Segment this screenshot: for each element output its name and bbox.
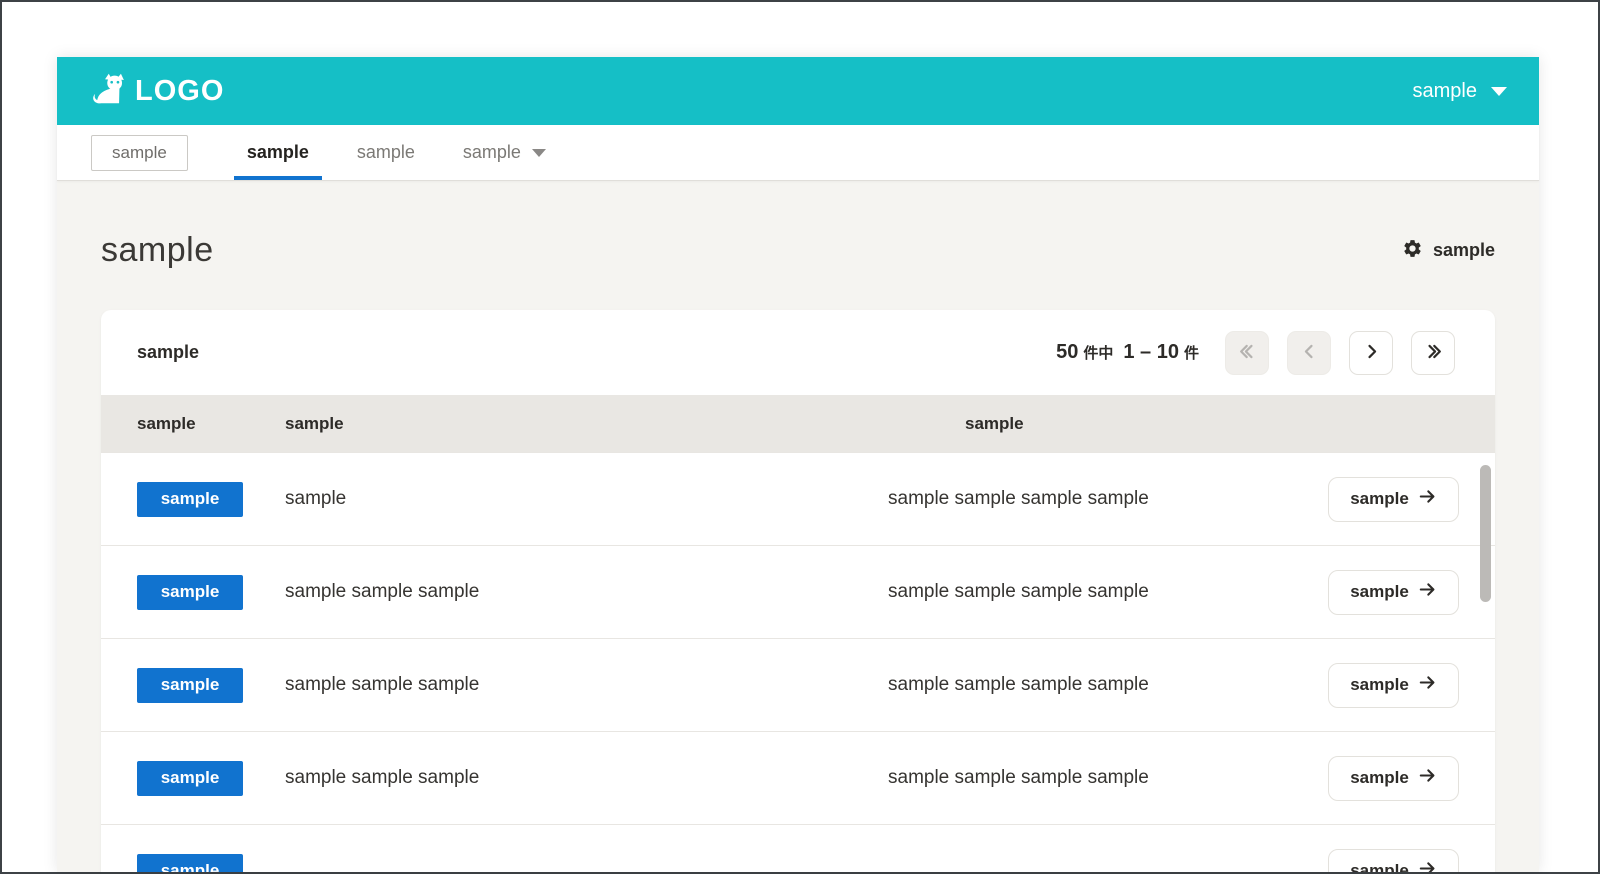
row-action-label: sample (1350, 861, 1409, 872)
chevron-down-icon (1491, 86, 1507, 96)
pagination-total-unit: 件中 (1083, 345, 1114, 362)
status-badge: sample (137, 760, 243, 796)
chevrons-right-icon (1424, 342, 1443, 364)
tab-2-label: sample (356, 142, 415, 162)
arrow-right-icon (1418, 580, 1437, 604)
pagination: 50 件中 1 – 10 件 (1056, 330, 1455, 375)
column-header-1: sample (137, 413, 196, 433)
table-header-row: sample sample sample (101, 395, 1495, 452)
user-menu[interactable]: sample (1413, 80, 1507, 103)
table-row: sample sample (101, 824, 1495, 872)
row-action-label: sample (1350, 489, 1409, 508)
next-page-button[interactable] (1349, 330, 1393, 375)
card-header: sample 50 件中 1 – 10 件 (101, 310, 1495, 395)
user-menu-label: sample (1412, 79, 1477, 102)
status-badge: sample (137, 853, 243, 872)
row-action-label: sample (1350, 675, 1409, 694)
tab-bar: sample sample sample sample (57, 125, 1539, 181)
arrow-right-icon (1418, 673, 1437, 697)
tab-2[interactable]: sample (344, 125, 428, 180)
chevrons-left-icon (1238, 342, 1257, 364)
table-row: sample sample sample sample sample sampl… (101, 638, 1495, 731)
app-header: LOGO sample (57, 57, 1539, 125)
arrow-right-icon (1418, 766, 1437, 790)
row-name: sample sample sample (285, 581, 480, 602)
row-action-button[interactable]: sample (1328, 848, 1459, 872)
table-row: sample sample sample sample sample sampl… (101, 545, 1495, 638)
logo-text: LOGO (135, 74, 225, 107)
table-row: sample sample sample sample sample sampl… (101, 452, 1495, 545)
column-header-3: sample (965, 413, 1024, 433)
tab-3-dropdown[interactable]: sample (450, 125, 559, 180)
arrow-right-icon (1418, 859, 1437, 872)
list-card: sample 50 件中 1 – 10 件 sample sample samp… (101, 310, 1495, 872)
pagination-range: 1 – 10 (1123, 341, 1179, 363)
arrow-right-icon (1418, 487, 1437, 511)
screenshot-frame: { "app": { "brand": { "logo": "LOGO" }, … (0, 0, 1600, 874)
card-title: sample (137, 342, 200, 362)
main-content: sample sample sample 50 件中 1 – 10 件 samp… (57, 181, 1539, 872)
tab-1-active[interactable]: sample (233, 125, 322, 180)
row-action-label: sample (1350, 582, 1409, 601)
cat-logo-icon (91, 73, 125, 109)
row-name: sample sample sample (285, 674, 480, 695)
page-head: sample sample (101, 231, 1495, 270)
row-description: sample sample sample sample (888, 488, 1149, 509)
row-action-button[interactable]: sample (1328, 755, 1459, 801)
table-row: sample sample sample sample sample sampl… (101, 731, 1495, 824)
row-name: sample (285, 488, 347, 509)
column-header-2: sample (285, 413, 344, 433)
app-window: LOGO sample sample sample sample sample … (57, 57, 1539, 872)
settings-label: sample (1432, 240, 1495, 260)
row-description: sample sample sample sample (888, 767, 1149, 788)
chevron-right-icon (1362, 342, 1381, 364)
page-title: sample (101, 231, 214, 269)
last-page-button[interactable] (1411, 330, 1455, 375)
chevron-down-icon (531, 148, 546, 157)
tab-3-label: sample (462, 142, 521, 162)
row-description: sample sample sample sample (888, 581, 1149, 602)
pagination-range-unit: 件 (1183, 345, 1199, 362)
prev-page-button[interactable] (1287, 330, 1331, 375)
row-description: sample sample sample sample (888, 674, 1149, 695)
scrollbar-thumb[interactable] (1480, 465, 1491, 602)
first-page-button[interactable] (1225, 330, 1269, 375)
row-action-button[interactable]: sample (1328, 476, 1459, 522)
tab-1-label: sample (246, 142, 309, 162)
row-action-button[interactable]: sample (1328, 569, 1459, 615)
row-action-button[interactable]: sample (1328, 662, 1459, 708)
status-badge: sample (137, 574, 243, 610)
chevron-left-icon (1300, 342, 1319, 364)
logo[interactable]: LOGO (91, 73, 224, 109)
row-action-label: sample (1350, 768, 1409, 787)
gear-icon (1402, 238, 1423, 264)
row-name: sample sample sample (285, 767, 480, 788)
pagination-total: 50 (1056, 341, 1079, 363)
back-chip-button[interactable]: sample (91, 134, 188, 171)
settings-link[interactable]: sample (1402, 238, 1495, 264)
status-badge: sample (137, 667, 243, 703)
pagination-summary: 50 件中 1 – 10 件 (1056, 341, 1199, 364)
status-badge: sample (137, 481, 243, 517)
